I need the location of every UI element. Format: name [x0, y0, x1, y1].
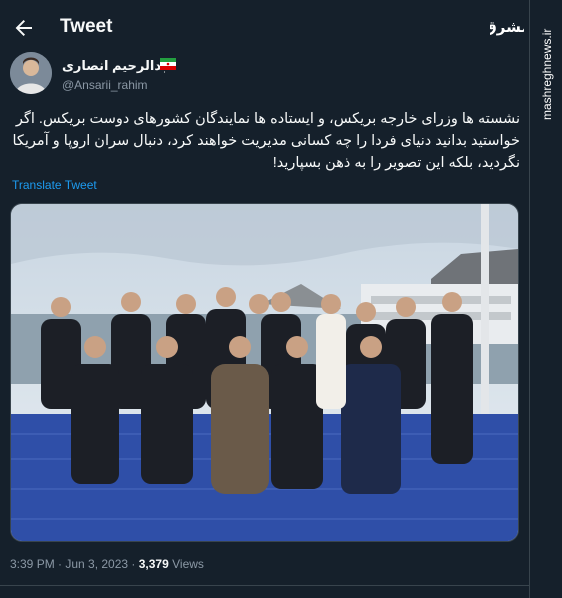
tweet-author[interactable]: عبدالرحیم انصاری @Ansarii_rahim	[10, 52, 520, 98]
group-photo-image	[11, 204, 518, 541]
divider	[0, 585, 530, 586]
watermark-sidebar: mashreghnews.ir	[530, 0, 562, 598]
author-name[interactable]: عبدالرحیم انصاری	[62, 58, 176, 74]
views-label: Views	[168, 557, 204, 571]
author-handle[interactable]: @Ansarii_rahim	[62, 78, 148, 92]
header-bar: Tweet	[0, 0, 530, 56]
iran-flag-icon	[160, 58, 176, 70]
tweet-text: نشسته ها وزرای خارجه بریکس، و ایستاده ها…	[12, 111, 520, 171]
page-title: Tweet	[60, 16, 113, 37]
mashregh-logo-icon: مشرق	[490, 18, 524, 36]
views-count: 3,379	[138, 557, 169, 571]
translate-tweet-link[interactable]: Translate Tweet	[12, 178, 97, 192]
avatar-image	[10, 52, 52, 94]
watermark-site: mashreghnews.ir	[540, 28, 554, 120]
back-arrow-icon[interactable]	[12, 16, 36, 40]
tweet-timestamp[interactable]: 3:39 PM · Jun 3, 2023 ·	[10, 557, 139, 571]
tweet-metadata: 3:39 PM · Jun 3, 2023 · 3,379 Views	[10, 557, 204, 571]
avatar[interactable]	[10, 52, 52, 94]
tweet-photo[interactable]	[10, 203, 519, 542]
logo-text: مشرق	[490, 18, 524, 36]
